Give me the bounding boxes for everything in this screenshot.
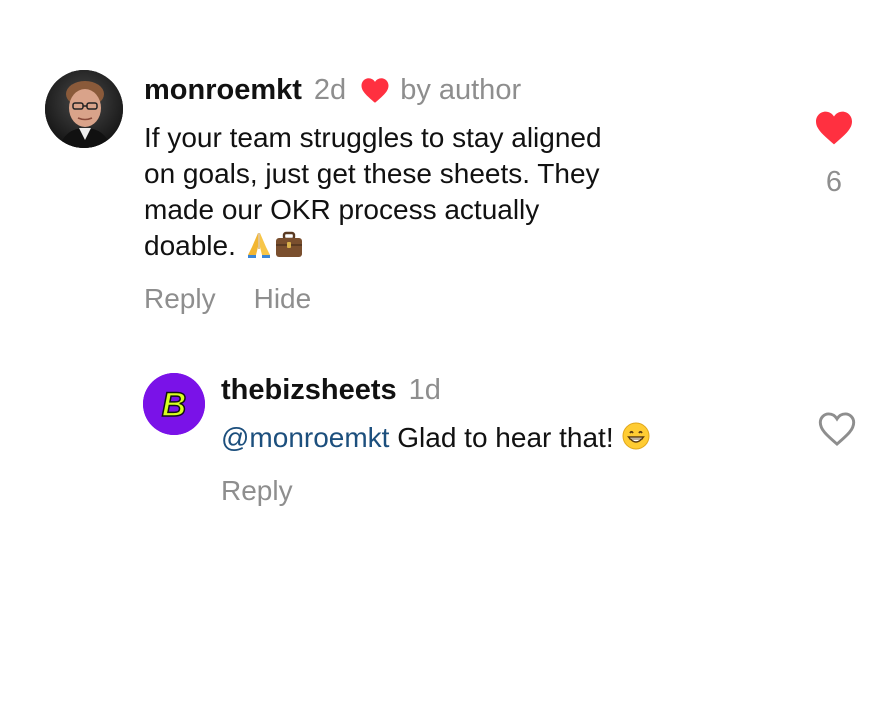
- reply-button[interactable]: Reply: [221, 475, 293, 507]
- username[interactable]: thebizsheets: [221, 374, 397, 407]
- timestamp: 2d: [313, 73, 347, 106]
- like-count: 6: [825, 166, 843, 198]
- like-button[interactable]: [817, 411, 857, 447]
- heart-outline-icon: [817, 412, 857, 451]
- like-button[interactable]: [814, 110, 854, 146]
- reply-button[interactable]: Reply: [144, 283, 216, 315]
- timestamp: 1d: [408, 373, 441, 406]
- heart-filled-icon: [814, 111, 854, 150]
- avatar[interactable]: [45, 70, 123, 148]
- comment-text-body: If your team struggles to stay aligned o…: [144, 122, 602, 261]
- comment-header: thebizsheets 1d: [221, 370, 441, 410]
- avatar-letter: B: [162, 386, 187, 424]
- heart-icon: [360, 77, 390, 104]
- avatar[interactable]: B: [143, 373, 205, 435]
- comment-text: @monroemkt Glad to hear that!: [221, 420, 651, 456]
- hide-button[interactable]: Hide: [254, 283, 312, 315]
- mention-link[interactable]: @monroemkt: [221, 422, 389, 453]
- grinning-face-icon: [621, 421, 651, 451]
- briefcase-icon: [274, 229, 304, 259]
- comment-text-body: Glad to hear that!: [397, 422, 614, 453]
- comment-actions: Reply: [221, 475, 293, 507]
- comment-actions: Reply Hide: [144, 283, 311, 315]
- by-author-label: by author: [400, 73, 522, 106]
- folded-hands-icon: [244, 229, 274, 259]
- username[interactable]: monroemkt: [144, 74, 302, 107]
- comment-text: If your team struggles to stay aligned o…: [144, 120, 614, 264]
- comment-header: monroemkt 2d by author: [144, 70, 521, 110]
